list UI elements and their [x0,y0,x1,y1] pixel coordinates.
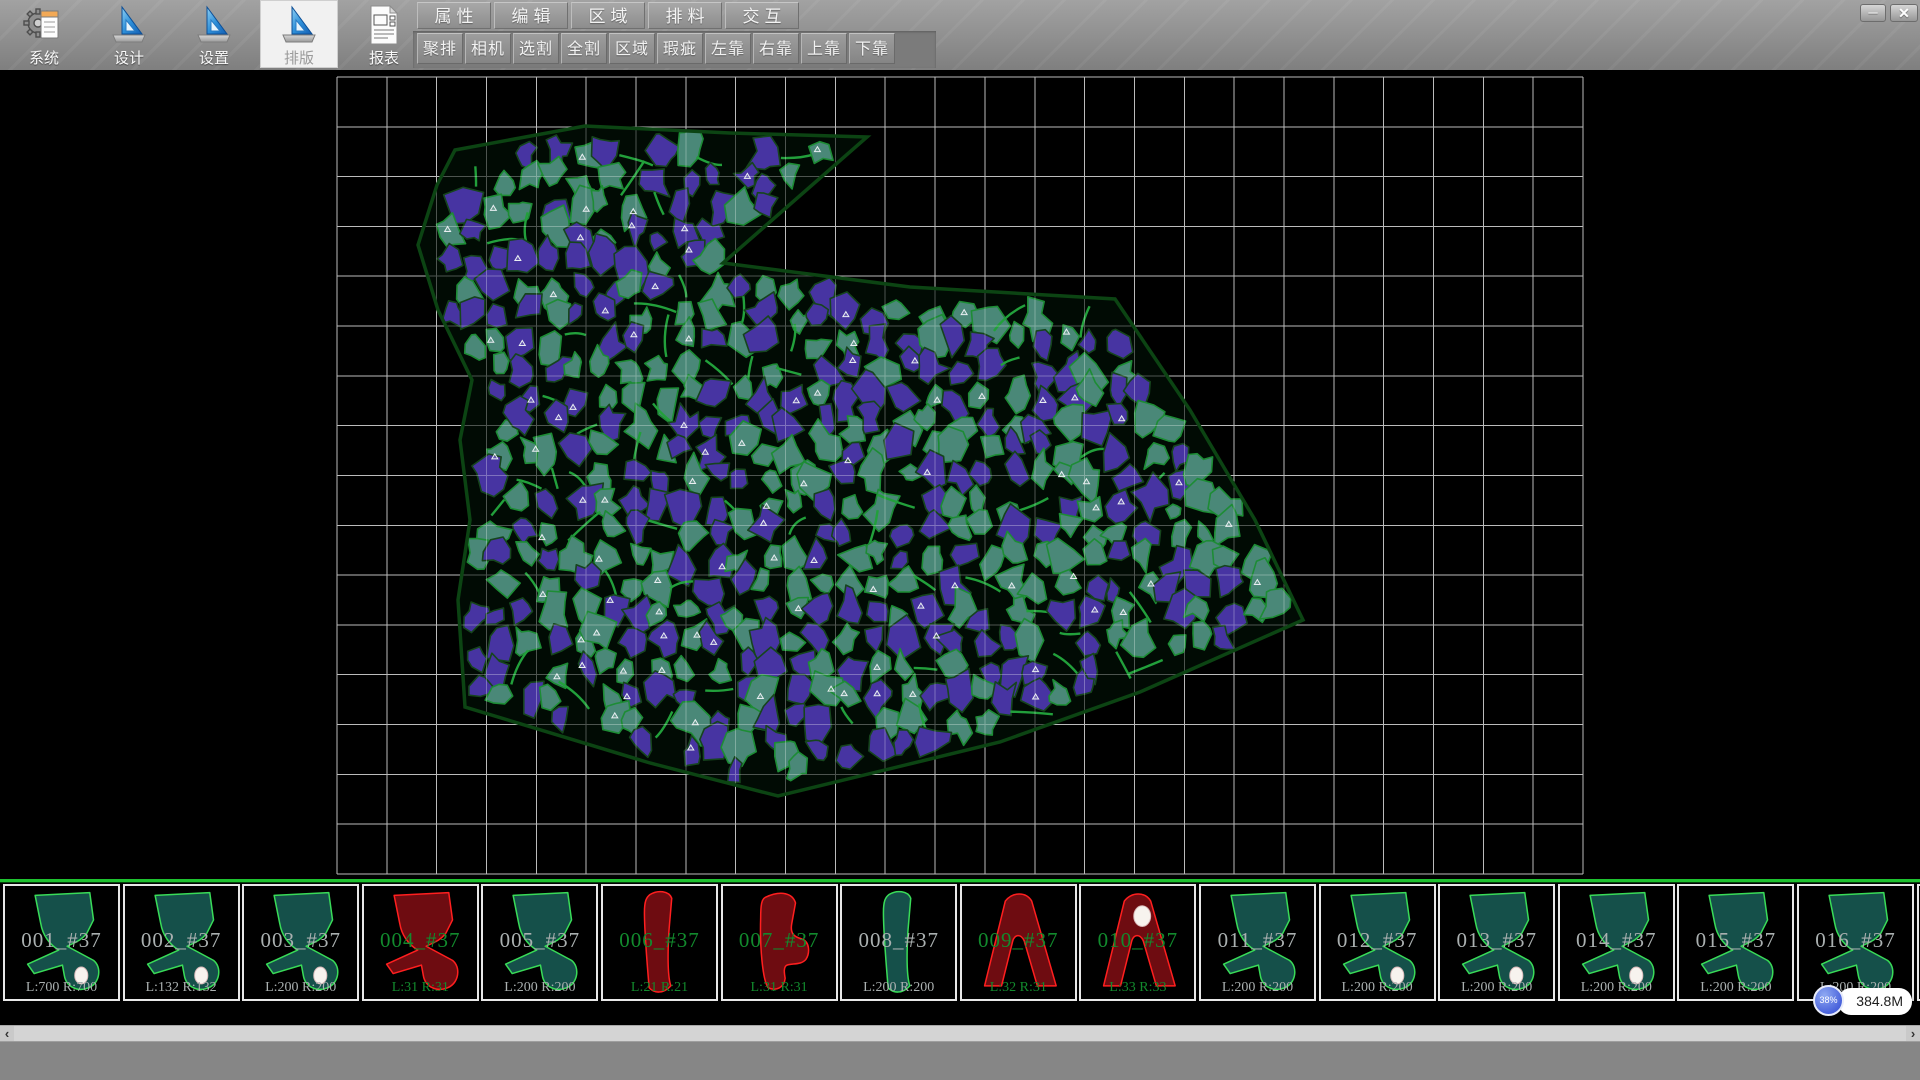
piece-lr-count-label: L:200 R:200 [483,980,596,996]
progress-badge: 38% [1813,985,1844,1016]
piece-thumbnail-13[interactable]: 013_#37 L:200 R:200 [1438,884,1555,1001]
report-document-icon [363,3,405,47]
piece-thumbnail-11[interactable]: 011_#37 L:200 R:200 [1199,884,1316,1001]
piece-lr-count-label: L:200 R:200 [1560,980,1673,996]
minimize-button[interactable]: ─ [1860,4,1886,22]
horizontal-scrollbar[interactable]: ‹ › [0,1025,1920,1041]
piece-thumbnail-10[interactable]: 010_#37 L:33 R:33 [1079,884,1196,1001]
menu-tab-5[interactable]: 交互 [725,2,799,29]
piece-thumbnail-17[interactable] [1917,884,1920,1001]
piece-id-label: 010_#37 [1081,928,1194,953]
nav-button-label: 设置 [175,52,253,66]
piece-thumbnail-3[interactable]: 003_#37 L:200 R:200 [242,884,359,1001]
status-bar [0,1041,1920,1080]
piece-thumbnail-15[interactable]: 015_#37 L:200 R:200 [1677,884,1794,1001]
piece-lr-count-label: L:32 R:31 [962,980,1075,996]
menu-tab-1[interactable]: 属性 [417,2,491,29]
piece-thumbnail-4[interactable]: 004_#37 L:31 R:31 [362,884,479,1001]
piece-thumbnail-strip: 001_#37L:700 R:700002_#37L:132 R:132003_… [0,884,1920,1003]
piece-thumbnail-12[interactable]: 012_#37 L:200 R:200 [1319,884,1436,1001]
nav-button-label: 报表 [345,52,423,66]
menu-tab-4[interactable]: 排料 [648,2,722,29]
piece-lr-count-label: L:132 R:132 [125,980,238,996]
close-button[interactable]: ✕ [1890,4,1918,22]
system-gear-icon [23,3,65,47]
piece-thumbnail-5[interactable]: 005_#37 L:200 R:200 [481,884,598,1001]
tool-button-2[interactable]: 相机 [465,33,511,64]
piece-lr-count-label: L:21 R:21 [603,980,716,996]
nav-button-4[interactable]: 排版 [260,0,338,68]
tool-button-4[interactable]: 全割 [561,33,607,64]
piece-id-label: 002_#37 [125,928,238,953]
scroll-left-arrow-icon[interactable]: ‹ [0,1026,14,1042]
nav-button-label: 系统 [5,52,83,66]
piece-thumbnail-7[interactable]: 007_#37 L:31 R:31 [721,884,838,1001]
strip-separator [0,879,1920,883]
piece-id-label: 008_#37 [842,928,955,953]
piece-lr-count-label: L:700 R:700 [5,980,118,996]
piece-id-label: 011_#37 [1201,928,1314,953]
tool-button-10[interactable]: 下靠 [849,33,895,64]
piece-id-label: 004_#37 [364,928,477,953]
menu-tab-2[interactable]: 编辑 [494,2,568,29]
piece-id-label: 014_#37 [1560,928,1673,953]
piece-thumbnail-2[interactable]: 002_#37 L:132 R:132 [123,884,240,1001]
nav-button-1[interactable]: 系统 [5,0,83,68]
piece-thumbnail-9[interactable]: 009_#37 L:32 R:31 [960,884,1077,1001]
tool-button-7[interactable]: 左靠 [705,33,751,64]
piece-lr-count-label: L:200 R:200 [1321,980,1434,996]
tool-button-1[interactable]: 聚排 [417,33,463,64]
piece-id-label: 006_#37 [603,928,716,953]
piece-lr-count-label: L:31 R:31 [723,980,836,996]
tool-button-8[interactable]: 右靠 [753,33,799,64]
piece-thumbnail-1[interactable]: 001_#37 L:700 R:700 [3,884,120,1001]
nav-button-5[interactable]: 报表 [345,0,423,68]
piece-thumbnail-8[interactable]: 008_#37 L:200 R:200 [840,884,957,1001]
piece-lr-count-label: L:31 R:31 [364,980,477,996]
piece-id-label: 003_#37 [244,928,357,953]
piece-lr-count-label: L:200 R:200 [244,980,357,996]
nav-button-2[interactable]: 设计 [90,0,168,68]
piece-id-label: 001_#37 [5,928,118,953]
design-setsquare-icon [108,3,150,47]
piece-lr-count-label: L:200 R:200 [1201,980,1314,996]
piece-id-label: 015_#37 [1679,928,1792,953]
application-window: 系统设计设置排版报表 属性编辑区域排料交互 聚排相机选割全割区域瑕疵左靠右靠上靠… [0,0,1920,1080]
nest-drawing [0,70,1920,879]
piece-lr-count-label: L:33 R:33 [1081,980,1194,996]
piece-thumbnail-16[interactable]: 016_#37L:200 R:200 [1797,884,1914,1001]
memory-badge: 384.8M [1838,988,1912,1015]
piece-lr-count-label: L:200 R:200 [842,980,955,996]
piece-lr-count-label: L:200 R:200 [1440,980,1553,996]
nav-button-label: 设计 [90,52,168,66]
piece-id-label: 016_#37 [1799,928,1912,953]
menu-tab-3[interactable]: 区域 [571,2,645,29]
piece-id-label: 013_#37 [1440,928,1553,953]
nesting-canvas[interactable] [0,70,1920,879]
main-toolbar: 系统设计设置排版报表 属性编辑区域排料交互 聚排相机选割全割区域瑕疵左靠右靠上靠… [0,0,1920,71]
piece-id-label: 007_#37 [723,928,836,953]
tool-button-9[interactable]: 上靠 [801,33,847,64]
scroll-right-arrow-icon[interactable]: › [1906,1026,1920,1042]
tool-button-strip: 聚排相机选割全割区域瑕疵左靠右靠上靠下靠 [413,31,936,68]
tool-button-3[interactable]: 选割 [513,33,559,64]
piece-thumbnail-6[interactable]: 006_#37 L:21 R:21 [601,884,718,1001]
piece-lr-count-label: L:200 R:200 [1679,980,1792,996]
piece-id-label: 005_#37 [483,928,596,953]
nav-button-3[interactable]: 设置 [175,0,253,68]
tool-button-6[interactable]: 瑕疵 [657,33,703,64]
piece-id-label: 012_#37 [1321,928,1434,953]
settings-setsquare-icon [193,3,235,47]
nesting-setsquare-icon [278,3,320,47]
piece-id-label: 009_#37 [962,928,1075,953]
piece-thumbnail-14[interactable]: 014_#37 L:200 R:200 [1558,884,1675,1001]
nav-button-label: 排版 [260,52,338,66]
tool-button-5[interactable]: 区域 [609,33,655,64]
